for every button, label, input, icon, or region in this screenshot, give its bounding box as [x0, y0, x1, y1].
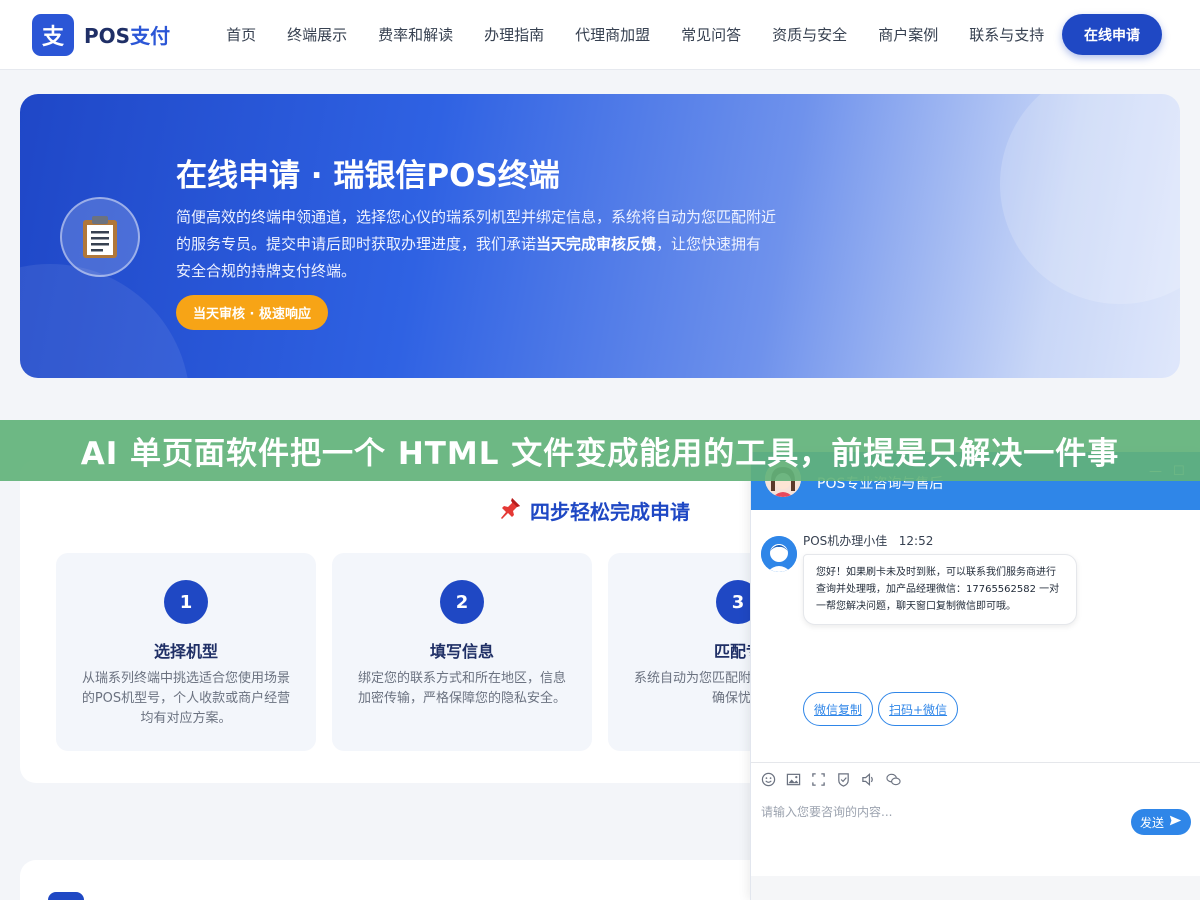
nav-terminals[interactable]: 终端展示 — [287, 24, 347, 45]
screenshot-icon[interactable] — [811, 772, 826, 787]
site-header: 支 POS支付 首页 终端展示 费率和解读 办理指南 代理商加盟 常见问答 资质… — [0, 0, 1200, 70]
main-nav: 首页 终端展示 费率和解读 办理指南 代理商加盟 常见问答 资质与安全 商户案例… — [226, 24, 1044, 45]
step-description: 从瑞系列终端中挑选适合您使用场景的POS机型号，个人收款或商户经营均有对应方案。 — [81, 671, 291, 726]
nav-faq[interactable]: 常见问答 — [681, 24, 741, 45]
nav-agent[interactable]: 代理商加盟 — [575, 24, 650, 45]
nav-security[interactable]: 资质与安全 — [772, 24, 847, 45]
step-description: 绑定您的联系方式和所在地区，信息加密传输，严格保障您的隐私安全。 — [357, 671, 566, 706]
step-number: 1 — [164, 580, 208, 624]
send-label: 发送 — [1139, 815, 1164, 830]
logo-text-pos: POS — [84, 24, 131, 48]
hero-decor-circle — [1000, 94, 1180, 304]
quick-reply-scan-wechat[interactable]: 扫码+微信 — [878, 692, 959, 726]
overlay-caption-banner: AI 单页面软件把一个 HTML 文件变成能用的工具，前提是只解决一件事 — [0, 420, 1200, 481]
steps-title-text: 四步轻松完成申请 — [530, 500, 690, 524]
message-bubble: 您好！如果刷卡未及时到账，可以联系我们服务商进行查询并处理哦，加产品经理微信：1… — [803, 554, 1077, 625]
overlay-caption-text: AI 单页面软件把一个 HTML 文件变成能用的工具，前提是只解决一件事 — [80, 436, 1120, 472]
wechat-icon[interactable] — [886, 772, 901, 787]
hero-banner: 在线申请 · 瑞银信POS终端 简便高效的终端申领通道，选择您心仪的瑞系列机型并… — [20, 94, 1180, 378]
hero-description: 简便高效的终端申领通道，选择您心仪的瑞系列机型并绑定信息，系统将自动为您匹配附近… — [176, 204, 776, 285]
pushpin-icon — [498, 496, 522, 525]
logo[interactable]: 支 POS支付 — [32, 13, 170, 56]
step-card: 2 填写信息 绑定您的联系方式和所在地区，信息加密传输，严格保障您的隐私安全。 — [332, 553, 592, 751]
hero-title: 在线申请 · 瑞银信POS终端 — [176, 158, 560, 194]
agent-avatar-icon — [761, 536, 797, 572]
hero-decor-circle — [20, 264, 190, 378]
chat-message-input[interactable] — [761, 802, 1121, 822]
nav-home[interactable]: 首页 — [226, 24, 256, 45]
step-card: 1 选择机型 从瑞系列终端中挑选适合您使用场景的POS机型号，个人收款或商户经营… — [56, 553, 316, 751]
nav-rates[interactable]: 费率和解读 — [378, 24, 453, 45]
voice-icon[interactable] — [861, 772, 876, 787]
hero-badge: 当天审核 · 极速响应 — [176, 295, 328, 330]
chat-toolbar — [751, 762, 1200, 796]
apply-online-button[interactable]: 在线申请 — [1062, 14, 1162, 55]
rating-icon[interactable] — [836, 772, 851, 787]
chat-widget: POS专业咨询与售后 — ☐ POS机办理小佳 12:52 您好！如果刷卡未及时… — [750, 452, 1200, 900]
agent-name-text: POS机办理小佳 — [803, 534, 888, 548]
chat-messages[interactable]: POS机办理小佳 12:52 您好！如果刷卡未及时到账，可以联系我们服务商进行查… — [751, 510, 1200, 762]
emoji-icon[interactable] — [761, 772, 776, 787]
step-title: 选择机型 — [153, 642, 218, 661]
image-icon[interactable] — [786, 772, 801, 787]
step-number: 2 — [440, 580, 484, 624]
section-icon — [48, 892, 84, 900]
send-icon — [1169, 814, 1182, 830]
send-button[interactable]: 发送 — [1131, 809, 1191, 835]
nav-cases[interactable]: 商户案例 — [878, 24, 938, 45]
nav-guide[interactable]: 办理指南 — [484, 24, 544, 45]
logo-mark: 支 — [32, 13, 74, 56]
chat-footer — [751, 876, 1200, 900]
steps-title: 四步轻松完成申请 — [498, 496, 690, 525]
clipboard-icon — [60, 197, 140, 277]
nav-contact[interactable]: 联系与支持 — [969, 24, 1044, 45]
hero-desc-highlight: 当天完成审核反馈 — [536, 235, 657, 253]
agent-name: POS机办理小佳 12:52 — [803, 532, 933, 549]
logo-text: POS支付 — [84, 20, 170, 49]
quick-reply-copy-wechat[interactable]: 微信复制 — [803, 692, 874, 726]
logo-text-pay: 支付 — [130, 24, 171, 48]
message-time: 12:52 — [898, 534, 934, 548]
step-title: 填写信息 — [429, 642, 494, 661]
